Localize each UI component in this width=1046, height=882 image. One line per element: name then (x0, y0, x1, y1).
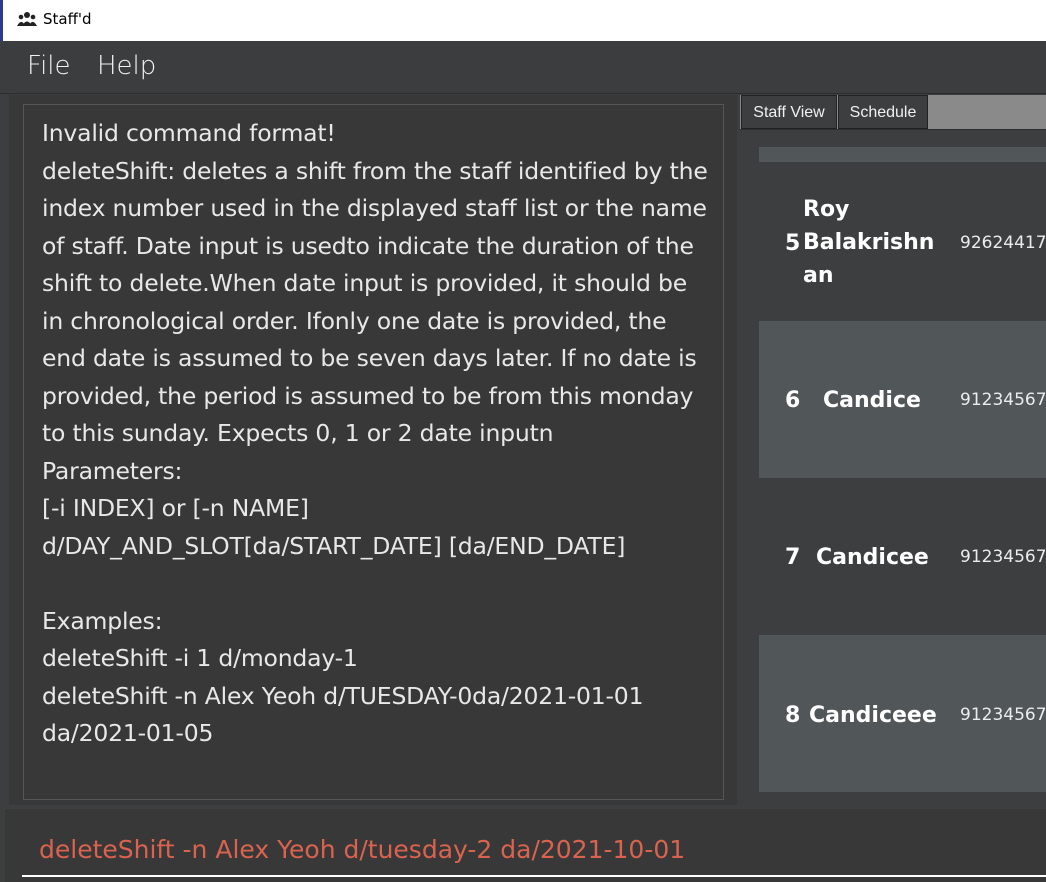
staff-index: 5 (785, 231, 801, 256)
people-icon (17, 12, 37, 26)
staff-name: Candicee (816, 545, 929, 570)
staff-phone: 91234567 (960, 547, 1046, 567)
staff-phone: 91234567 (960, 390, 1046, 410)
staff-card[interactable]: 7 Candicee 91234567 (759, 478, 1046, 635)
menu-bar: File Help (0, 41, 1046, 94)
tab-schedule[interactable]: Schedule (838, 95, 928, 129)
menu-file[interactable]: File (27, 51, 71, 81)
command-input[interactable] (22, 823, 1046, 877)
title-bar: Staff'd (0, 0, 1046, 41)
staff-phone: 91234567 (960, 705, 1046, 725)
result-message: Invalid command format! deleteShift: del… (42, 119, 708, 747)
staff-name: Candiceee (809, 703, 937, 728)
staff-index: 7 (785, 545, 801, 570)
staff-card[interactable]: 5 Roy Balakrishn an 92624417 (759, 163, 1046, 320)
menu-help[interactable]: Help (97, 51, 156, 81)
staff-card[interactable]: 8 Candiceee 91234567 (759, 635, 1046, 792)
staff-phone: 92624417 (960, 233, 1046, 253)
window-title: Staff'd (43, 10, 92, 28)
staff-index: 6 (785, 388, 801, 413)
staff-index: 8 (785, 703, 801, 728)
staff-card[interactable]: 6 Candice 91234567 (759, 321, 1046, 478)
tab-staff-view[interactable]: Staff View (741, 95, 837, 129)
previous-card-edge (759, 147, 1046, 162)
staff-name: Candice (823, 388, 921, 413)
staff-name: Roy Balakrishn an (803, 197, 935, 288)
